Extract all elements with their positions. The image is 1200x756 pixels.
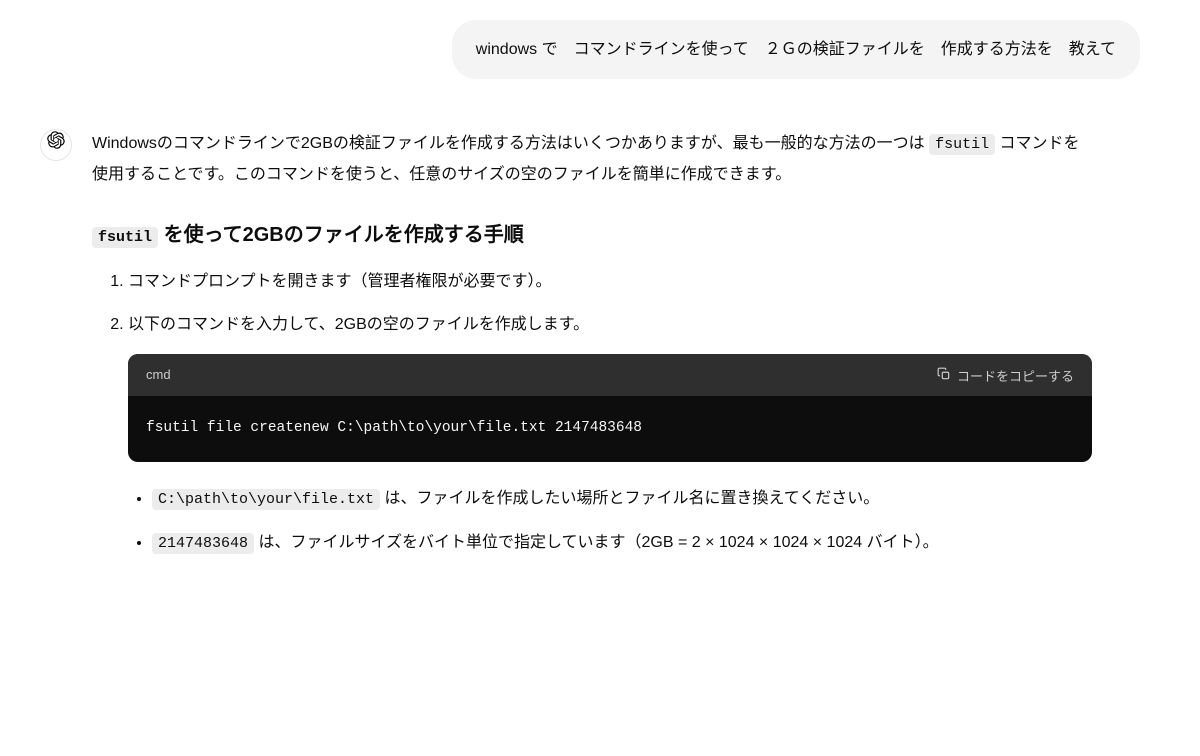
code-lang-label: cmd — [146, 364, 171, 387]
code-block-header: cmd コードをコピーする — [128, 354, 1092, 397]
openai-logo-icon — [47, 131, 65, 159]
code-body[interactable]: fsutil file createnew C:\path\to\your\fi… — [128, 396, 1092, 461]
step-item-1: コマンドプロンプトを開きます（管理者権限が必要です）。 — [128, 268, 1092, 297]
assistant-avatar — [40, 129, 72, 161]
heading-inline-code: fsutil — [92, 227, 158, 248]
user-message-bubble: windows で コマンドラインを使って ２Ｇの検証ファイルを 作成する方法を… — [452, 20, 1140, 79]
intro-text-prefix: Windowsのコマンドラインで2GBの検証ファイルを作成する方法はいくつかあり… — [92, 135, 929, 152]
code-block: cmd コードをコピーする fsutil file createnew C:\p… — [128, 354, 1092, 462]
bullet-item-1: C:\path\to\your\file.txt は、ファイルを作成したい場所と… — [152, 484, 1092, 515]
copy-button-label: コードをコピーする — [957, 366, 1074, 385]
assistant-message-row: Windowsのコマンドラインで2GBの検証ファイルを作成する方法はいくつかあり… — [40, 129, 1160, 573]
section-heading: fsutil を使って2GBのファイルを作成する手順 — [92, 220, 1092, 250]
bullet-1-code: C:\path\to\your\file.txt — [152, 489, 380, 510]
intro-paragraph: Windowsのコマンドラインで2GBの検証ファイルを作成する方法はいくつかあり… — [92, 129, 1092, 190]
heading-suffix: を使って2GBのファイルを作成する手順 — [158, 224, 524, 246]
user-message-row: windows で コマンドラインを使って ２Ｇの検証ファイルを 作成する方法を… — [40, 20, 1160, 79]
step-2-text: 以下のコマンドを入力して、2GBの空のファイルを作成します。 — [128, 316, 589, 333]
bullet-2-text: は、ファイルサイズをバイト単位で指定しています（2GB = 2 × 1024 ×… — [254, 534, 939, 551]
step-1-text: コマンドプロンプトを開きます（管理者権限が必要です）。 — [128, 273, 552, 290]
bullet-list: C:\path\to\your\file.txt は、ファイルを作成したい場所と… — [92, 484, 1092, 559]
bullet-item-2: 2147483648 は、ファイルサイズをバイト単位で指定しています（2GB =… — [152, 528, 1092, 559]
bullet-2-code: 2147483648 — [152, 533, 254, 554]
copy-code-button[interactable]: コードをコピーする — [937, 366, 1074, 385]
bullet-1-text: は、ファイルを作成したい場所とファイル名に置き換えてください。 — [380, 490, 879, 507]
assistant-content: Windowsのコマンドラインで2GBの検証ファイルを作成する方法はいくつかあり… — [92, 129, 1092, 573]
copy-icon — [937, 367, 951, 384]
user-message-text: windows で コマンドラインを使って ２Ｇの検証ファイルを 作成する方法を… — [476, 41, 1116, 58]
step-item-2: 以下のコマンドを入力して、2GBの空のファイルを作成します。 — [128, 311, 1092, 340]
steps-list: コマンドプロンプトを開きます（管理者権限が必要です）。 以下のコマンドを入力して… — [92, 268, 1092, 340]
inline-code-fsutil: fsutil — [929, 134, 995, 155]
